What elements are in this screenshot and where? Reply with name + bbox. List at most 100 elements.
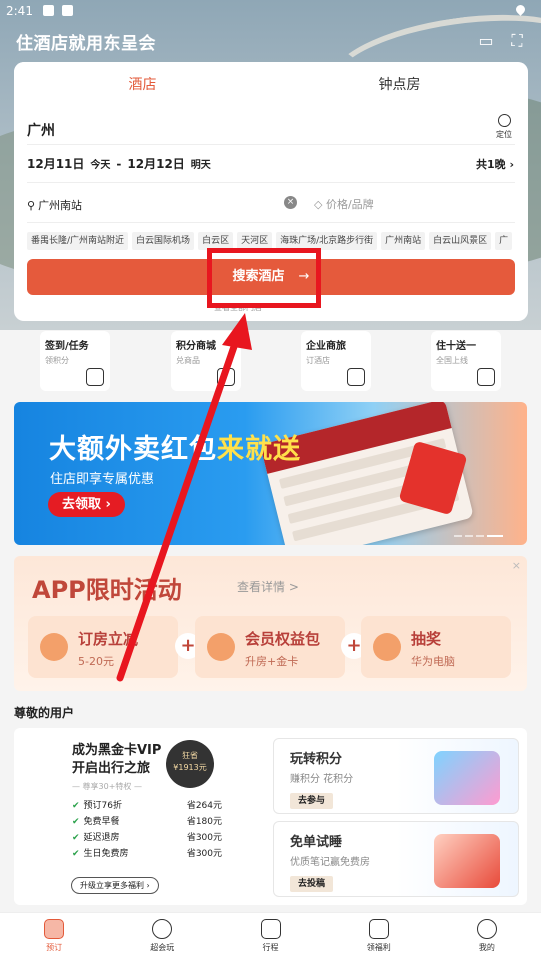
quick-title: 企业商旅 <box>306 341 346 352</box>
section-title: 尊敬的用户 <box>14 706 75 720</box>
nav-booking[interactable]: 预订 <box>0 913 108 962</box>
tile-button[interactable]: 去投稿 <box>290 876 334 892</box>
nights-count[interactable]: 共1晚 › <box>476 156 514 172</box>
quick-entry-points-mall[interactable]: 积分商城 兑商品 <box>171 331 241 391</box>
promo-room-discount[interactable]: 订房立减 5-20元 <box>28 616 178 678</box>
promo-member-pack[interactable]: 会员权益包 升房+金卡 <box>195 616 345 678</box>
city-selector[interactable]: 广州 <box>27 120 55 140</box>
vip-headline: 成为黑金卡VIP 开启出行之旅 <box>72 743 162 776</box>
tile-sub: 赚积分 花积分 <box>290 774 354 785</box>
message-icon[interactable]: ▭ <box>475 30 497 52</box>
tile-title: 免单试睡 <box>290 835 343 850</box>
free-stay-tile[interactable]: 免单试睡 优质笔记赢免费房 去投稿 <box>273 821 519 897</box>
tag-icon: ◇ <box>314 198 326 211</box>
check-icon: ✔ <box>72 849 80 859</box>
benefit-row: ✔ 预订76折 省264元 <box>72 801 222 811</box>
crosshair-icon <box>497 114 511 127</box>
ticket-icon <box>40 633 68 661</box>
notification-icon <box>62 5 73 16</box>
clear-icon[interactable]: × <box>284 196 297 209</box>
scan-icon[interactable]: ⛶ <box>506 30 528 52</box>
nav-trips[interactable]: 行程 <box>216 913 324 962</box>
banner-claim-button[interactable]: 去领取 › <box>48 492 125 517</box>
check-icon: ✔ <box>72 817 80 827</box>
chip[interactable]: 白云国际机场 <box>132 232 195 250</box>
tab-hotel[interactable]: 酒店 <box>14 62 271 108</box>
gift-box-illustration <box>434 751 500 805</box>
hotel-icon <box>44 919 65 939</box>
chip[interactable]: 广州南站 <box>381 232 426 250</box>
tile-button[interactable]: 去参与 <box>290 793 334 809</box>
keyword-value: 广州南站 <box>38 199 83 212</box>
locate-button[interactable]: 定位 <box>492 114 516 140</box>
chip[interactable]: 白云山风景区 <box>429 232 492 250</box>
date-selector[interactable]: 12月11日 今天 - 12月12日 明天 <box>27 155 211 172</box>
play-icon <box>152 919 173 939</box>
search-icon: ⚲ <box>27 198 36 212</box>
benefit-row: ✔ 延迟退房 省300元 <box>72 833 222 843</box>
checkout-date: 12月12日 <box>127 157 185 171</box>
briefcase-icon <box>347 368 365 386</box>
banner-subtitle: 住店即享专属优惠 <box>50 472 155 487</box>
nav-play[interactable]: 超会玩 <box>108 913 216 962</box>
booking-tabs: 酒店 钟点房 <box>14 62 528 108</box>
carousel-dots <box>454 535 503 537</box>
nav-benefits[interactable]: 领福利 <box>325 913 433 962</box>
quick-sub: 兑商品 <box>176 356 200 365</box>
location-status-icon <box>514 3 527 16</box>
quick-title: 签到/任务 <box>45 341 89 352</box>
notification-icon <box>43 5 54 16</box>
takeout-banner[interactable]: 大额外卖红包来就送 住店即享专属优惠 去领取 › <box>14 402 527 545</box>
calendar-icon <box>86 368 104 386</box>
app-promo-panel: APP限时活动 查看详情 > × 订房立减 5-20元 + 会员权益包 升房+金… <box>14 556 527 691</box>
points-tile[interactable]: 玩转积分 赚积分 花积分 去参与 <box>273 738 519 814</box>
price-brand-field[interactable]: ◇ 价格/品牌 <box>314 196 374 212</box>
close-icon[interactable]: × <box>512 559 521 572</box>
upgrade-button[interactable]: 升级立享更多福利 › <box>71 877 159 894</box>
shopping-bag-icon <box>217 368 235 386</box>
quick-entry-stay-ten[interactable]: 住十送一 全国上线 <box>431 331 501 391</box>
benefit-row: ✔ 生日免费房 省300元 <box>72 849 222 859</box>
app-title: 住酒店就用东呈会 <box>16 34 156 54</box>
check-icon: ✔ <box>72 801 80 811</box>
house-icon <box>207 633 235 661</box>
divider <box>27 182 515 183</box>
price-brand-placeholder: 价格/品牌 <box>325 198 374 211</box>
cat-face-icon <box>476 919 497 939</box>
banner-headline: 大额外卖红包来就送 <box>49 434 301 465</box>
nav-profile[interactable]: 我的 <box>433 913 541 962</box>
promo-title: APP限时活动 <box>32 576 182 604</box>
tab-hourly-room[interactable]: 钟点房 <box>271 62 528 108</box>
benefit-list: ✔ 预订76折 省264元 ✔ 免费早餐 省180元 ✔ 延迟退房 省300元 ✔ 生日免费房… <box>72 798 222 862</box>
check-icon: ✔ <box>72 833 80 843</box>
status-bar: 2:41 <box>0 0 541 24</box>
quick-title: 积分商城 <box>176 341 216 352</box>
member-panel: 成为黑金卡VIP 开启出行之旅 — 尊享30+特权 — 狂省 ¥1913元 ✔ 预订7… <box>14 728 527 905</box>
bottom-nav: 预订 超会玩 行程 领福利 我的 <box>0 912 541 962</box>
benefit-row: ✔ 免费早餐 省180元 <box>72 817 222 827</box>
quick-title: 住十送一 <box>436 341 476 352</box>
phone-coupon-illustration <box>434 834 500 888</box>
luggage-icon <box>260 919 281 939</box>
vip-sub: — 尊享30+特权 — <box>72 782 142 791</box>
tile-sub: 优质笔记赢免费房 <box>290 857 370 868</box>
highlight-box <box>207 248 321 308</box>
checkin-date: 12月11日 <box>27 157 85 171</box>
date-separator: - <box>116 157 122 171</box>
promo-lottery[interactable]: 抽奖 华为电脑 <box>361 616 511 678</box>
promo-details-link[interactable]: 查看详情 > <box>237 578 299 595</box>
divider <box>27 222 515 223</box>
promo-item-sub: 华为电脑 <box>411 655 455 668</box>
divider <box>27 144 515 145</box>
savings-badge: 狂省 ¥1913元 <box>166 740 214 788</box>
quick-entry-business[interactable]: 企业商旅 订酒店 <box>301 331 371 391</box>
locate-label: 定位 <box>496 130 512 139</box>
keyword-field[interactable]: ⚲ 广州南站 <box>27 194 297 216</box>
promo-item-title: 会员权益包 <box>245 630 321 648</box>
checkout-day: 明天 <box>190 160 211 171</box>
chip[interactable]: 广 <box>495 232 513 250</box>
quick-entry-checkin[interactable]: 签到/任务 领积分 <box>40 331 110 391</box>
quick-sub: 订酒店 <box>306 356 330 365</box>
status-time: 2:41 <box>6 4 33 18</box>
chip[interactable]: 番禺长隆/广州南站附近 <box>27 232 129 250</box>
